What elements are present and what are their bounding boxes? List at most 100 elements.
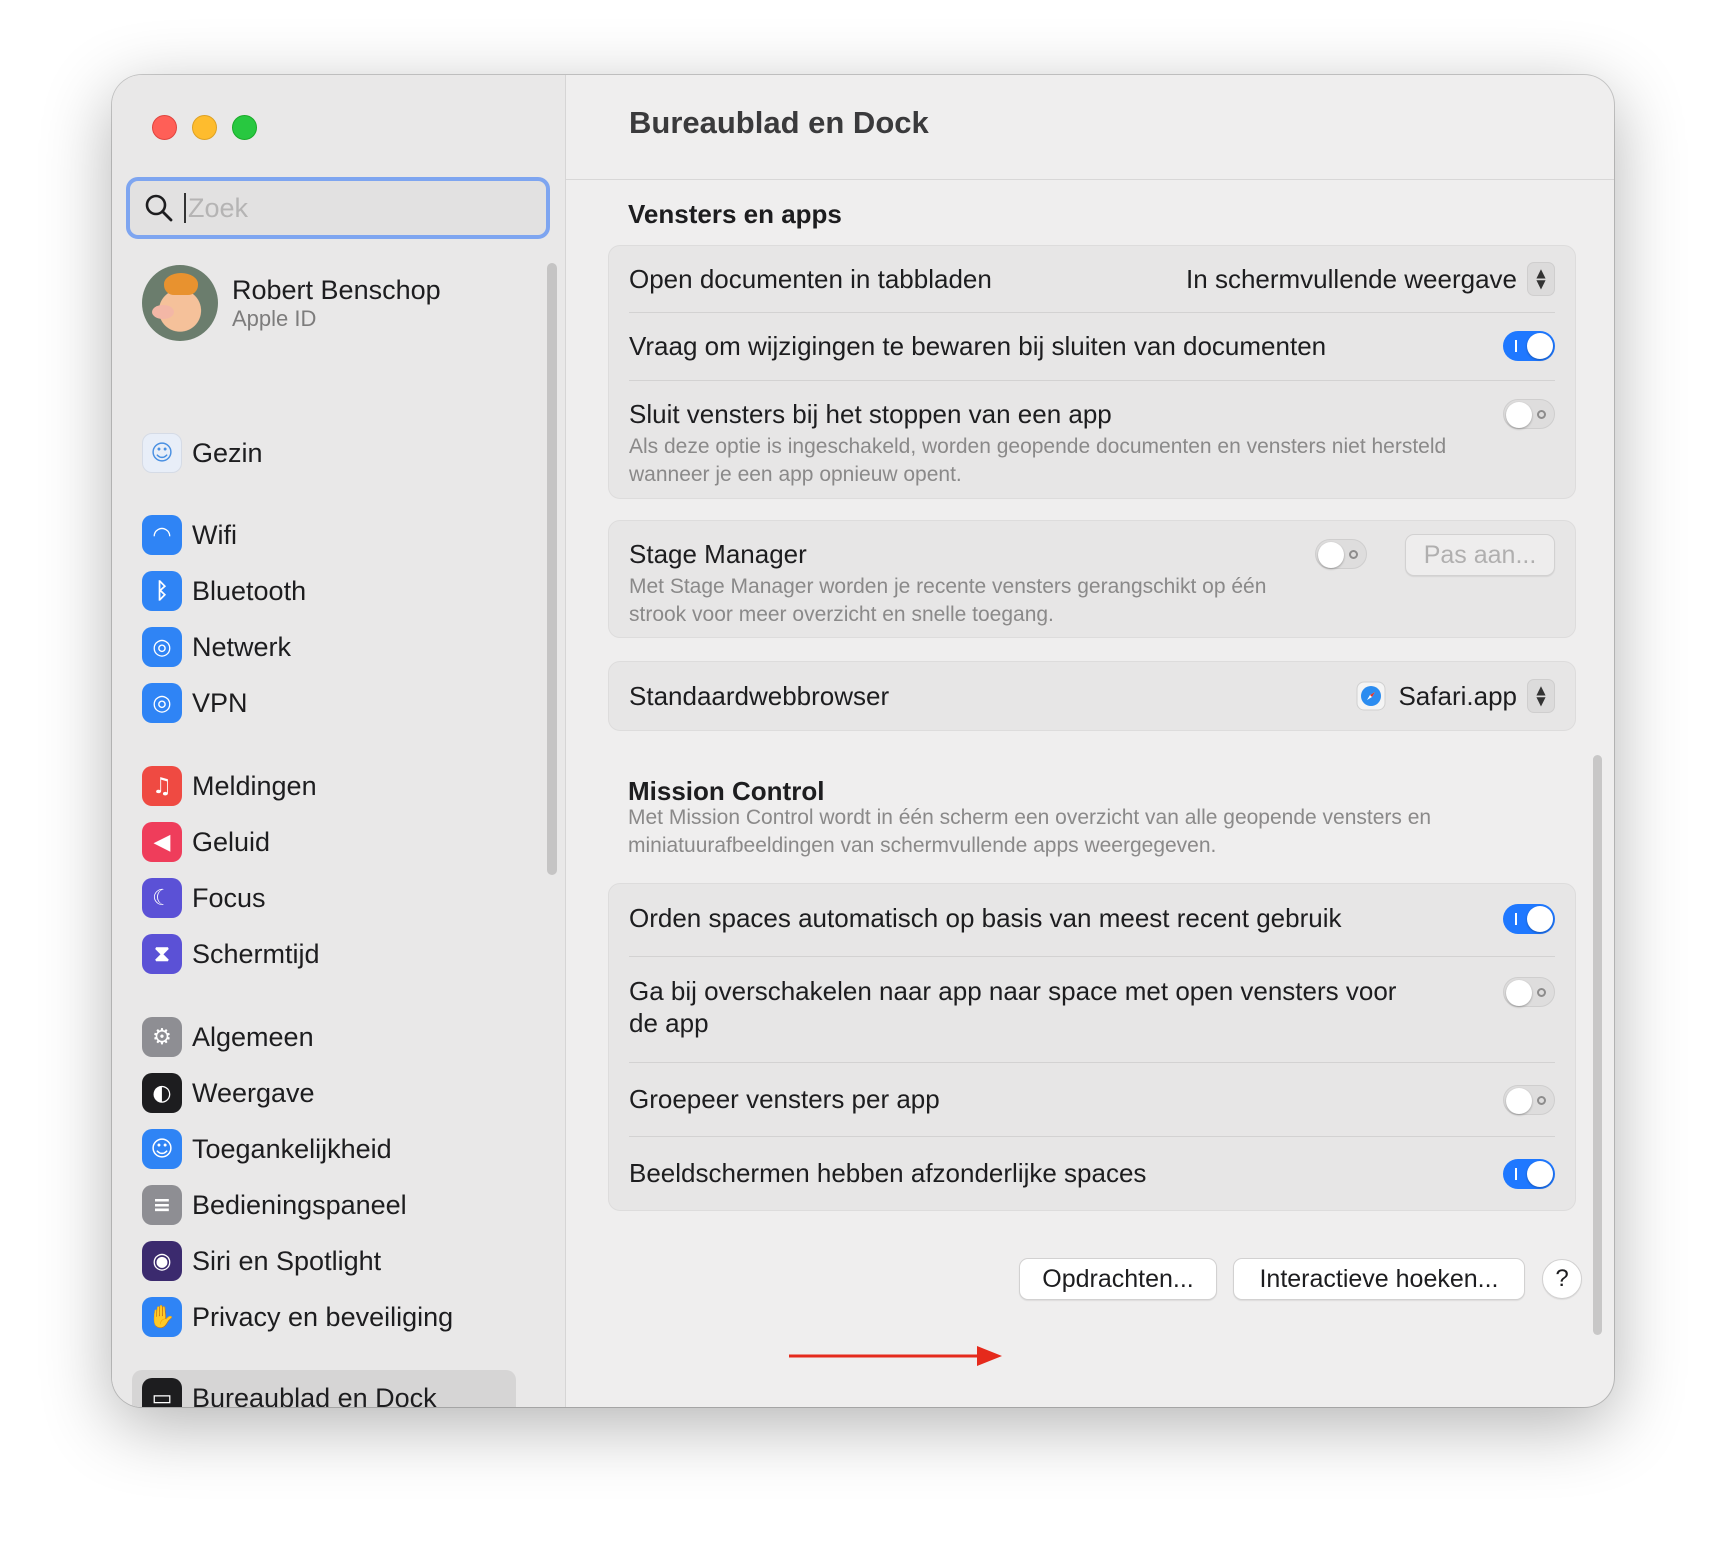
browser-card: Standaardwebbrowser Safari.app ▲ ▼ [608,661,1576,731]
sidebar-item-siri-en-spotlight[interactable]: ◉ Siri en Spotlight [142,1235,381,1287]
sidebar-item-netwerk[interactable]: ◎ Netwerk [142,621,291,673]
gear-icon: ⚙ [142,1017,182,1057]
help-button[interactable]: ? [1542,1259,1582,1299]
mc-label-separate-spaces: Beeldschermen hebben afzonderlijke space… [629,1158,1147,1188]
hand-icon: ✋ [142,1297,182,1337]
sidebar-item-label: Geluid [192,826,271,857]
sidebar-item-bedieningspaneel[interactable]: ≡ Bedieningspaneel [142,1179,407,1231]
stage-manager-label: Stage Manager [629,539,807,569]
sidebar-item-label: Algemeen [192,1021,314,1052]
sidebar-item-bureaublad-en-dock[interactable]: ▭ Bureaublad en Dock [132,1370,516,1407]
sidebar-item-label: Bedieningspaneel [192,1189,407,1220]
settings-window: Robert Benschop Apple ID ☺ Gezin ◠ Wifi ᛒ Blu… [112,75,1614,1407]
search-field[interactable] [126,177,550,239]
bluetooth-icon: ᛒ [142,571,182,611]
hot-corners-button[interactable]: Interactieve hoeken... [1233,1258,1525,1300]
mc-label-group-windows: Groepeer vensters per app [629,1084,940,1114]
close-windows-toggle[interactable] [1503,399,1555,429]
close-window-button[interactable] [152,115,177,140]
mission-control-description: Met Mission Control wordt in één scherm … [628,806,1432,857]
mc-row-recent-use: Orden spaces automatisch op basis van me… [629,884,1555,956]
ask-changes-label: Vraag om wijzigingen te bewaren bij slui… [629,331,1327,361]
sidebar-item-label: Siri en Spotlight [192,1245,382,1276]
mission-control-card: Orden spaces automatisch op basis van me… [608,883,1576,1211]
close-windows-label: Sluit vensters bij het stoppen van een a… [629,399,1112,429]
siri-icon: ◉ [142,1241,182,1281]
sidebar-scrollbar[interactable] [547,263,557,875]
browser-value: Safari.app [1398,680,1517,711]
toolbar: Bureaublad en Dock [566,75,1614,180]
open-docs-value: In schermvullende weergave [1186,263,1517,294]
bell-icon: ♫ [142,766,182,806]
sidebar-item-bluetooth[interactable]: ᛒ Bluetooth [142,565,306,617]
sidebar: Robert Benschop Apple ID ☺ Gezin ◠ Wifi ᛒ Blu… [112,75,566,1407]
wifi-icon: ◠ [142,515,182,555]
appearance-icon: ◐ [142,1073,182,1113]
zoom-window-button[interactable] [232,115,257,140]
close-windows-row: Sluit vensters bij het stoppen van een a… [629,380,1555,500]
browser-popup[interactable]: Safari.app ▲ ▼ [1356,679,1555,713]
search-input[interactable] [184,193,524,223]
sidebar-item-schermtijd[interactable]: ⧗ Schermtijd [142,928,320,980]
window-controls [152,115,257,140]
open-docs-label: Open documenten in tabbladen [629,264,992,294]
mc-toggle-recent-use[interactable] [1503,904,1555,934]
sidebar-item-label: Wifi [192,519,237,550]
sidebar-item-toegankelijkheid[interactable]: ☺ Toegankelijkheid [142,1123,392,1175]
apple-id-profile[interactable]: Robert Benschop Apple ID [142,265,441,341]
stage-manager-customize-button[interactable]: Pas aan... [1405,534,1555,576]
mc-toggle-switch-space[interactable] [1503,977,1555,1007]
ask-changes-row: Vraag om wijzigingen te bewaren bij slui… [629,312,1555,380]
sidebar-item-algemeen[interactable]: ⚙ Algemeen [142,1011,314,1063]
globe-icon: ◎ [142,627,182,667]
stage-manager-toggle[interactable] [1315,539,1367,569]
dock-icon: ▭ [142,1378,182,1407]
safari-icon [1356,681,1386,711]
section-heading-mission-control: Mission Control [628,776,825,806]
chevron-updown-icon: ▲ ▼ [1527,262,1555,296]
open-docs-popup[interactable]: In schermvullende weergave ▲ ▼ [1186,262,1555,296]
annotation-arrow-icon [789,1346,1002,1366]
sidebar-item-gezin[interactable]: ☺ Gezin [142,427,263,479]
sidebar-item-label: Privacy en beveiliging [192,1301,454,1332]
sidebar-item-meldingen[interactable]: ♫ Meldingen [142,760,317,812]
page-title: Bureaublad en Dock [629,105,929,140]
mc-toggle-separate-spaces[interactable] [1503,1159,1555,1189]
vpn-globe-icon: ◎ [142,683,182,723]
sidebar-item-label: VPN [192,687,248,718]
sidebar-item-geluid[interactable]: ◀ Geluid [142,816,270,868]
sidebar-item-label: Netwerk [192,631,292,662]
sidebar-item-label: Meldingen [192,770,317,801]
mc-row-switch-space: Ga bij overschakelen naar app naar space… [629,956,1555,1062]
sidebar-item-label: Schermtijd [192,938,320,969]
sidebar-item-focus[interactable]: ☾ Focus [142,872,266,924]
sidebar-item-label: Bluetooth [192,575,307,606]
ask-changes-toggle[interactable] [1503,331,1555,361]
shortcuts-button[interactable]: Opdrachten... [1019,1258,1217,1300]
mc-label-recent-use: Orden spaces automatisch op basis van me… [629,903,1342,933]
stage-manager-description: Met Stage Manager worden je recente vens… [629,575,1267,626]
family-icon: ☺ [142,433,182,473]
browser-row: Standaardwebbrowser Safari.app ▲ ▼ [629,662,1555,732]
sidebar-item-privacy-en-beveiliging[interactable]: ✋ Privacy en beveiliging [142,1291,453,1343]
stage-manager-card: Stage Manager Met Stage Manager worden j… [608,520,1576,638]
search-icon [145,194,173,222]
moon-icon: ☾ [142,878,182,918]
browser-label: Standaardwebbrowser [629,681,890,711]
accessibility-icon: ☺ [142,1129,182,1169]
profile-subtitle: Apple ID [232,306,317,331]
minimize-window-button[interactable] [192,115,217,140]
section-heading-windows-apps: Vensters en apps [628,199,842,229]
hourglass-icon: ⧗ [142,934,182,974]
sidebar-item-label: Weergave [192,1077,315,1108]
main-scrollbar[interactable] [1593,755,1602,1335]
sidebar-item-vpn[interactable]: ◎ VPN [142,677,248,729]
mc-toggle-group-windows[interactable] [1503,1085,1555,1115]
profile-name: Robert Benschop [232,275,441,305]
sidebar-item-weergave[interactable]: ◐ Weergave [142,1067,315,1119]
windows-apps-card: Open documenten in tabbladen In schermvu… [608,245,1576,499]
speaker-icon: ◀ [142,822,182,862]
sidebar-item-label: Bureaublad en Dock [192,1382,437,1408]
main-pane: Bureaublad en Dock Vensters en apps Open… [566,75,1614,1407]
sidebar-item-wifi[interactable]: ◠ Wifi [142,509,237,561]
